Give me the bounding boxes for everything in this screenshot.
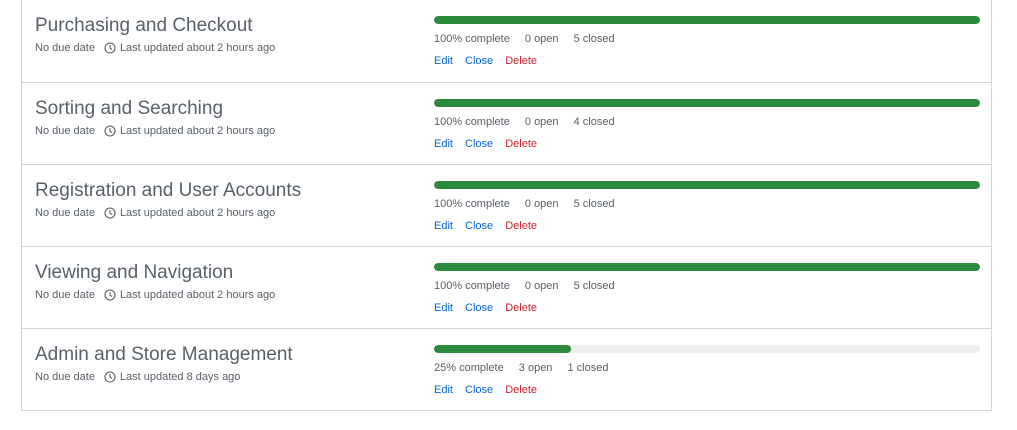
progress-bar	[434, 263, 980, 271]
percent-complete: 100% complete	[434, 280, 510, 292]
close-link[interactable]: Close	[465, 138, 493, 150]
milestone-title[interactable]: Sorting and Searching	[35, 98, 223, 120]
milestone-item: Admin and Store Management No due date L…	[22, 328, 991, 410]
milestone-stats: 100% complete 0 open 5 closed	[434, 33, 627, 45]
last-updated: Last updated about 2 hours ago	[119, 125, 276, 137]
last-updated: Last updated about 2 hours ago	[119, 289, 276, 301]
close-link[interactable]: Close	[465, 384, 493, 396]
edit-link[interactable]: Edit	[434, 220, 453, 232]
edit-link[interactable]: Edit	[434, 55, 453, 67]
edit-link[interactable]: Edit	[434, 384, 453, 396]
clock-icon	[104, 125, 116, 137]
milestone-meta: No due date Last updated about 2 hours a…	[35, 125, 275, 137]
closed-count: 5 closed	[573, 198, 615, 210]
milestone-actions: Edit Close Delete	[434, 384, 546, 396]
milestone-actions: Edit Close Delete	[434, 55, 546, 67]
milestone-title[interactable]: Purchasing and Checkout	[35, 15, 253, 37]
milestone-item: Sorting and Searching No due date Last u…	[22, 82, 991, 164]
milestone-title[interactable]: Admin and Store Management	[35, 344, 293, 366]
progress-fill	[434, 345, 571, 353]
closed-count: 5 closed	[573, 280, 615, 292]
due-date: No due date	[35, 207, 95, 219]
milestone-stats: 100% complete 0 open 5 closed	[434, 280, 627, 292]
progress-fill	[434, 16, 980, 24]
milestone-meta: No due date Last updated about 2 hours a…	[35, 42, 275, 54]
closed-count: 1 closed	[567, 362, 609, 374]
percent-complete: 25% complete	[434, 362, 504, 374]
close-link[interactable]: Close	[465, 302, 493, 314]
milestone-meta: No due date Last updated 8 days ago	[35, 371, 240, 383]
close-link[interactable]: Close	[465, 55, 493, 67]
milestone-stats: 100% complete 0 open 5 closed	[434, 198, 627, 210]
closed-count: 4 closed	[573, 116, 615, 128]
clock-icon	[104, 371, 116, 383]
due-date: No due date	[35, 371, 95, 383]
last-updated: Last updated about 2 hours ago	[119, 42, 276, 54]
edit-link[interactable]: Edit	[434, 302, 453, 314]
progress-bar	[434, 181, 980, 189]
progress-fill	[434, 263, 980, 271]
progress-fill	[434, 99, 980, 107]
milestone-stats: 25% complete 3 open 1 closed	[434, 362, 620, 374]
percent-complete: 100% complete	[434, 33, 510, 45]
due-date: No due date	[35, 289, 95, 301]
closed-count: 5 closed	[573, 33, 615, 45]
close-link[interactable]: Close	[465, 220, 493, 232]
last-updated: Last updated 8 days ago	[119, 371, 241, 383]
milestone-item: Purchasing and Checkout No due date Last…	[22, 0, 991, 82]
open-count: 0 open	[524, 116, 559, 128]
milestone-actions: Edit Close Delete	[434, 220, 546, 232]
delete-link[interactable]: Delete	[505, 384, 537, 396]
due-date: No due date	[35, 42, 95, 54]
milestone-meta: No due date Last updated about 2 hours a…	[35, 289, 275, 301]
milestone-title[interactable]: Registration and User Accounts	[35, 180, 301, 202]
percent-complete: 100% complete	[434, 198, 510, 210]
open-count: 3 open	[518, 362, 553, 374]
open-count: 0 open	[524, 280, 559, 292]
edit-link[interactable]: Edit	[434, 138, 453, 150]
clock-icon	[104, 289, 116, 301]
due-date: No due date	[35, 125, 95, 137]
progress-bar	[434, 345, 980, 353]
open-count: 0 open	[524, 198, 559, 210]
delete-link[interactable]: Delete	[505, 302, 537, 314]
progress-bar	[434, 99, 980, 107]
progress-fill	[434, 181, 980, 189]
clock-icon	[104, 42, 116, 54]
milestone-actions: Edit Close Delete	[434, 138, 546, 150]
milestone-stats: 100% complete 0 open 4 closed	[434, 116, 627, 128]
delete-link[interactable]: Delete	[505, 55, 537, 67]
open-count: 0 open	[524, 33, 559, 45]
milestone-title[interactable]: Viewing and Navigation	[35, 262, 233, 284]
delete-link[interactable]: Delete	[505, 220, 537, 232]
clock-icon	[104, 207, 116, 219]
delete-link[interactable]: Delete	[505, 138, 537, 150]
last-updated: Last updated about 2 hours ago	[119, 207, 276, 219]
milestone-actions: Edit Close Delete	[434, 302, 546, 314]
percent-complete: 100% complete	[434, 116, 510, 128]
milestone-meta: No due date Last updated about 2 hours a…	[35, 207, 275, 219]
milestone-item: Viewing and Navigation No due date Last …	[22, 246, 991, 328]
milestone-item: Registration and User Accounts No due da…	[22, 164, 991, 246]
milestone-list: Purchasing and Checkout No due date Last…	[21, 0, 992, 411]
progress-bar	[434, 16, 980, 24]
